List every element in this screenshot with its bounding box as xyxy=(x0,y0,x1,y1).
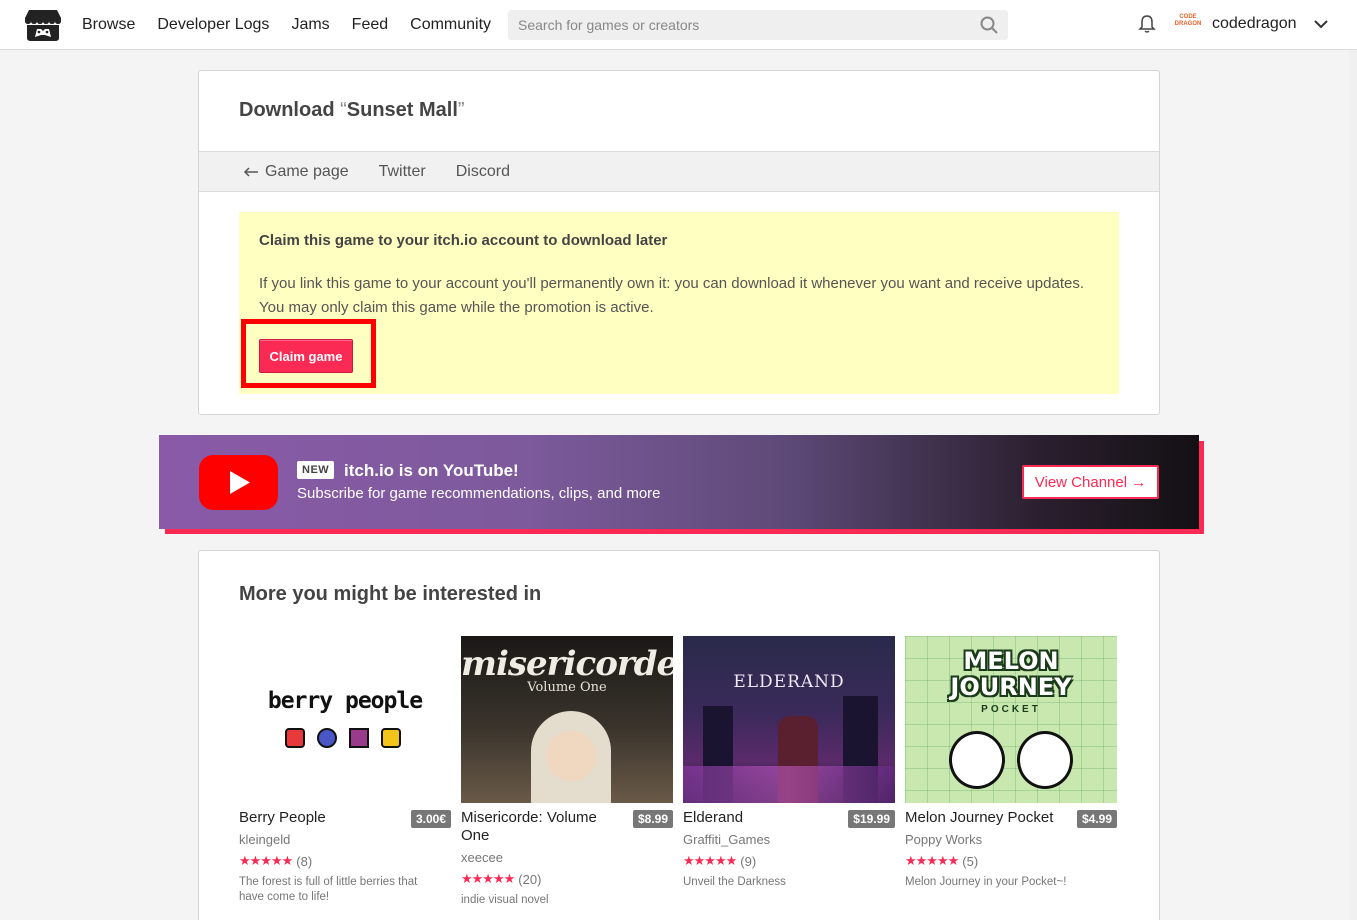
title-open-quote: “ xyxy=(340,99,347,121)
nav-developer-logs[interactable]: Developer Logs xyxy=(157,16,269,34)
rating-stars-icon: ★★★★★ xyxy=(683,853,737,868)
rating-count: (20) xyxy=(518,871,542,887)
youtube-subtitle: Subscribe for game recommendations, clip… xyxy=(297,485,661,502)
character-art xyxy=(949,731,1005,789)
search-box xyxy=(508,10,1008,40)
game-cell: ELDERAND Elderand $19.99 Graffiti_Games … xyxy=(683,636,895,888)
rating: ★★★★★ (5) xyxy=(905,853,978,869)
new-badge: NEW xyxy=(297,461,335,479)
nav-community[interactable]: Community xyxy=(410,16,491,34)
game-description: Melon Journey in your Pocket~! xyxy=(905,876,1067,888)
thumb-title-art: ELDERAND xyxy=(733,672,845,692)
notice-body: If you link this game to your account yo… xyxy=(259,275,1084,316)
price-badge: $19.99 xyxy=(848,810,895,828)
game-name: Sunset Mall xyxy=(346,99,458,121)
page-title: Download “Sunset Mall” xyxy=(239,99,465,122)
youtube-logo-icon xyxy=(199,455,278,510)
nav-feed[interactable]: Feed xyxy=(352,16,388,34)
game-description: Unveil the Darkness xyxy=(683,876,786,888)
game-title-link[interactable]: Berry People xyxy=(239,809,399,827)
rating: ★★★★★ (20) xyxy=(461,871,541,887)
game-cell: misericorde Volume One Misericorde: Volu… xyxy=(461,636,673,906)
game-cell: MELON JOURNEY POCKET Melon Journey Pocke… xyxy=(905,636,1117,888)
berry-blue-icon xyxy=(317,728,337,748)
price-badge: 3.00€ xyxy=(410,810,451,828)
youtube-banner[interactable]: NEW itch.io is on YouTube! Subscribe for… xyxy=(159,435,1199,529)
chevron-down-icon[interactable] xyxy=(1313,18,1329,30)
recommendations-heading: More you might be interested in xyxy=(239,583,542,605)
rating: ★★★★★ (9) xyxy=(683,853,756,869)
claim-notice: Claim this game to your itch.io account … xyxy=(239,212,1119,394)
rating-count: (9) xyxy=(740,853,757,869)
title-close-quote: ” xyxy=(457,99,465,121)
berry-icons xyxy=(285,728,401,748)
arrow-left-icon xyxy=(243,166,258,177)
rating-stars-icon: ★★★★★ xyxy=(461,871,515,886)
game-description: The forest is full of little berries tha… xyxy=(239,876,418,903)
notifications-bell-icon[interactable] xyxy=(1137,14,1157,34)
author-link[interactable]: xeecee xyxy=(461,850,503,865)
price-badge: $4.99 xyxy=(1076,810,1117,828)
nav-browse[interactable]: Browse xyxy=(82,16,135,34)
itchio-logo-icon[interactable] xyxy=(24,8,62,42)
claim-game-button[interactable]: Claim game xyxy=(259,339,353,373)
notice-title: Claim this game to your itch.io account … xyxy=(259,232,668,249)
thumb-subtitle-art: Volume One xyxy=(527,680,607,695)
discord-link[interactable]: Discord xyxy=(456,163,510,181)
character-art xyxy=(1017,731,1073,789)
magic-glow-art xyxy=(683,766,895,803)
game-title-link[interactable]: Elderand xyxy=(683,809,843,827)
main-nav: Browse Developer Logs Jams Feed Communit… xyxy=(82,0,491,50)
top-header: Browse Developer Logs Jams Feed Communit… xyxy=(0,0,1357,50)
youtube-title: itch.io is on YouTube! xyxy=(344,461,519,480)
view-channel-button[interactable]: View Channel → xyxy=(1022,465,1159,499)
author-link[interactable]: Graffiti_Games xyxy=(683,832,770,847)
thumb-title-art: MELON JOURNEY xyxy=(950,647,1072,701)
download-panel: Download “Sunset Mall” Game page Twitter… xyxy=(198,70,1160,415)
thumb-title-art: berry people xyxy=(267,688,423,714)
berry-book-icon xyxy=(349,728,369,748)
twitter-link[interactable]: Twitter xyxy=(379,163,426,181)
game-thumbnail[interactable]: berry people xyxy=(239,636,451,803)
rating: ★★★★★ (8) xyxy=(239,853,312,869)
character-face-art xyxy=(546,731,596,781)
price-badge: $8.99 xyxy=(632,810,673,828)
rating-stars-icon: ★★★★★ xyxy=(905,853,959,868)
game-links-bar: Game page Twitter Discord xyxy=(199,151,1159,192)
game-cell: berry people Berry People 3.00€ kleingel… xyxy=(239,636,451,903)
game-page-label: Game page xyxy=(265,162,349,180)
game-thumbnail[interactable]: ELDERAND xyxy=(683,636,895,803)
thumb-title-art: misericorde xyxy=(461,644,673,684)
search-icon[interactable] xyxy=(980,16,998,34)
berry-red-icon xyxy=(285,728,305,748)
nav-jams[interactable]: Jams xyxy=(291,16,329,34)
author-link[interactable]: kleingeld xyxy=(239,832,290,847)
rating-stars-icon: ★★★★★ xyxy=(239,853,293,868)
page-scrollbar[interactable] xyxy=(1349,50,1357,920)
game-title-link[interactable]: Misericorde: Volume One xyxy=(461,809,621,845)
berry-yellow-icon xyxy=(381,728,401,748)
game-description: indie visual novel xyxy=(461,894,549,906)
rating-count: (5) xyxy=(962,853,979,869)
search-input[interactable] xyxy=(508,10,968,40)
username[interactable]: codedragon xyxy=(1212,15,1297,33)
author-link[interactable]: Poppy Works xyxy=(905,832,982,847)
game-thumbnail[interactable]: MELON JOURNEY POCKET xyxy=(905,636,1117,803)
title-prefix: Download xyxy=(239,99,341,121)
rating-count: (8) xyxy=(296,853,313,869)
thumb-subtitle-art: POCKET xyxy=(981,704,1041,715)
game-thumbnail[interactable]: misericorde Volume One xyxy=(461,636,673,803)
user-avatar[interactable]: CODE DRAGON xyxy=(1174,14,1202,34)
game-title-link[interactable]: Melon Journey Pocket xyxy=(905,809,1065,827)
recommendations-panel: More you might be interested in berry pe… xyxy=(198,550,1160,920)
game-page-link[interactable]: Game page xyxy=(243,163,349,181)
